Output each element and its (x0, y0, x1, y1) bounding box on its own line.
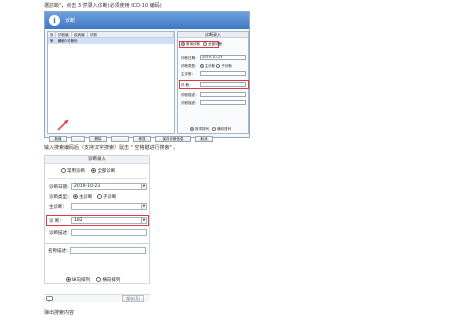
radio-order-vertical[interactable] (190, 127, 194, 131)
radio-all[interactable] (203, 42, 208, 46)
instruction-bottom: 弹出搜索内容 (44, 310, 75, 316)
panel-date-field[interactable]: 2019-10-23 (200, 55, 246, 60)
add-button[interactable]: 新增 (49, 136, 67, 142)
radio-sub-diag[interactable] (216, 64, 221, 68)
grid-cell: 诊断2诊断 (58, 39, 75, 43)
main-diagnosis-select[interactable]: ▼ (71, 203, 147, 210)
radio-vertical-order[interactable] (66, 277, 71, 282)
panel-title: 诊断录入 (178, 32, 248, 38)
edit-button[interactable]: 修改 (133, 136, 151, 142)
panel-desc2-label: 诊断描述： (181, 101, 199, 105)
panel-main-label: 主诊断： (181, 72, 195, 76)
cancel-button[interactable]: 取消 (195, 136, 213, 142)
radio-main-diag-label: 主诊断 (204, 64, 216, 68)
radio-sub-diag-label: 子诊断 (221, 64, 232, 68)
dialog-title: 诊断 (65, 18, 76, 24)
arrow-button[interactable] (71, 136, 85, 142)
save-button[interactable]: 保存(S) (122, 295, 144, 302)
diagnosis-label: 诊 断： (49, 219, 64, 224)
diagnosis-dialog: i 诊断 序号 诊断编码 疾病编码 诊断 1 诊断2诊断 诊断录入 常用诊断 全… (44, 11, 250, 142)
grid-cell: 1 (50, 39, 53, 43)
name-description-label: 名称描述： (48, 249, 71, 254)
panel-type-row: 诊断类型： 主诊断 子诊断 (181, 64, 232, 69)
radio-common-label: 常用诊断 (186, 42, 200, 46)
radio-common[interactable] (181, 42, 185, 46)
radio-sub-diagnosis[interactable] (96, 194, 102, 199)
grid-header-index: 序号 (48, 32, 56, 43)
description-input[interactable] (71, 229, 147, 236)
diagnosis-input-value: 182 (74, 218, 83, 223)
panel-desc-label: 诊断描述： (181, 93, 199, 97)
pointer-arrow-icon (57, 119, 69, 131)
radio-all-diagnosis[interactable] (91, 168, 97, 173)
save-diagnosis-button[interactable]: 保存诊断信息 (155, 136, 191, 142)
radio-horizontal-order[interactable] (96, 277, 102, 282)
panel-radio-row: 常用诊断 全部诊断 (181, 42, 222, 47)
grid-header-diagnosis: 诊断 (88, 32, 174, 37)
radio-order-horizontal[interactable] (212, 127, 217, 131)
date-label: 诊断日期： (49, 185, 72, 190)
chevron-down-icon: ▼ (141, 218, 146, 223)
radio-vertical-order-label: 纵向排列 (72, 278, 90, 283)
chevron-down-icon: ▼ (141, 204, 146, 209)
radio-common-diagnosis-label: 常用诊断 (67, 169, 85, 174)
panel-main-select[interactable] (200, 71, 246, 76)
panel-type-label: 诊断类型： (181, 64, 199, 68)
date-select[interactable]: 2019-10-23 ▼ (71, 183, 147, 190)
chevron-down-icon: ▼ (141, 184, 146, 189)
form-title: 诊断录入 (45, 156, 149, 164)
main-diagnosis-label: 主诊断： (49, 205, 67, 210)
radio-main-diagnosis[interactable] (72, 194, 78, 199)
panel-desc-input[interactable] (200, 92, 246, 97)
comment-icon (46, 296, 53, 302)
radio-order-vertical-label: 按词排列 (195, 127, 209, 131)
grid-header-code: 诊断编码 (56, 32, 72, 43)
info-icon: i (49, 15, 60, 26)
diagnosis-entry-form: 诊断录入 常用诊断 全部诊断 诊断日期： 2019-10-23 ▼ 诊断类型： … (44, 155, 150, 244)
description-label: 诊断描述： (49, 231, 72, 236)
radio-all-label: 全部诊断 (208, 42, 223, 46)
table-row[interactable]: 1 诊断2诊断 (48, 38, 174, 44)
date-value: 2019-10-23 (74, 184, 101, 189)
instruction-middle: 输入搜索编码后（支持汉字搜索）鼠击 " 空格键进行搜索" 。 (44, 145, 179, 151)
radio-main-diagnosis-label: 主诊断 (78, 195, 93, 200)
panel-order-row: 按词排列 横向排列 (190, 127, 231, 132)
delete-button[interactable]: 删除 (89, 136, 107, 142)
divider (47, 178, 147, 179)
panel-desc2-input[interactable] (200, 100, 246, 105)
panel-diag-label: 诊 断： (181, 83, 193, 87)
radio-horizontal-order-label: 横向排列 (102, 278, 121, 283)
grid-header-disease-code: 疾病编码 (72, 32, 88, 43)
panel-date-label: 诊断日期： (181, 56, 199, 60)
radio-main-diag[interactable] (199, 64, 204, 68)
dialog-header: i 诊断 (45, 12, 249, 29)
form-right-border (149, 243, 150, 283)
radio-all-diagnosis-label: 全部诊断 (97, 169, 116, 174)
panel-diag-input[interactable] (200, 82, 246, 87)
type-row: 诊断类型： 主诊断 子诊断 (49, 194, 116, 200)
radio-order-horizontal-label: 横向排列 (217, 127, 232, 131)
divider (44, 283, 150, 284)
radio-sub-diagnosis-label: 子诊断 (102, 195, 117, 200)
diagnosis-entry-panel: 诊断录入 常用诊断 全部诊断 诊断日期： 2019-10-23 诊断类型： 主诊… (177, 31, 249, 134)
blank-button[interactable] (111, 136, 129, 142)
instruction-top: 選診斷"，点击 3 然录入诊断(必须使用 ICD-10 编码) (44, 3, 162, 9)
form-radio-row: 常用诊断 全部诊断 (61, 168, 115, 174)
form-left-border (44, 243, 45, 283)
order-radio-row: 纵向排列 横向排列 (66, 277, 120, 283)
type-label: 诊断类型： (49, 195, 72, 200)
diagnosis-search-input[interactable]: 182 ▼ (71, 217, 147, 224)
name-description-input[interactable] (70, 247, 146, 254)
form-footer: 保存(S) (44, 294, 150, 302)
radio-common-diagnosis[interactable] (61, 168, 66, 173)
